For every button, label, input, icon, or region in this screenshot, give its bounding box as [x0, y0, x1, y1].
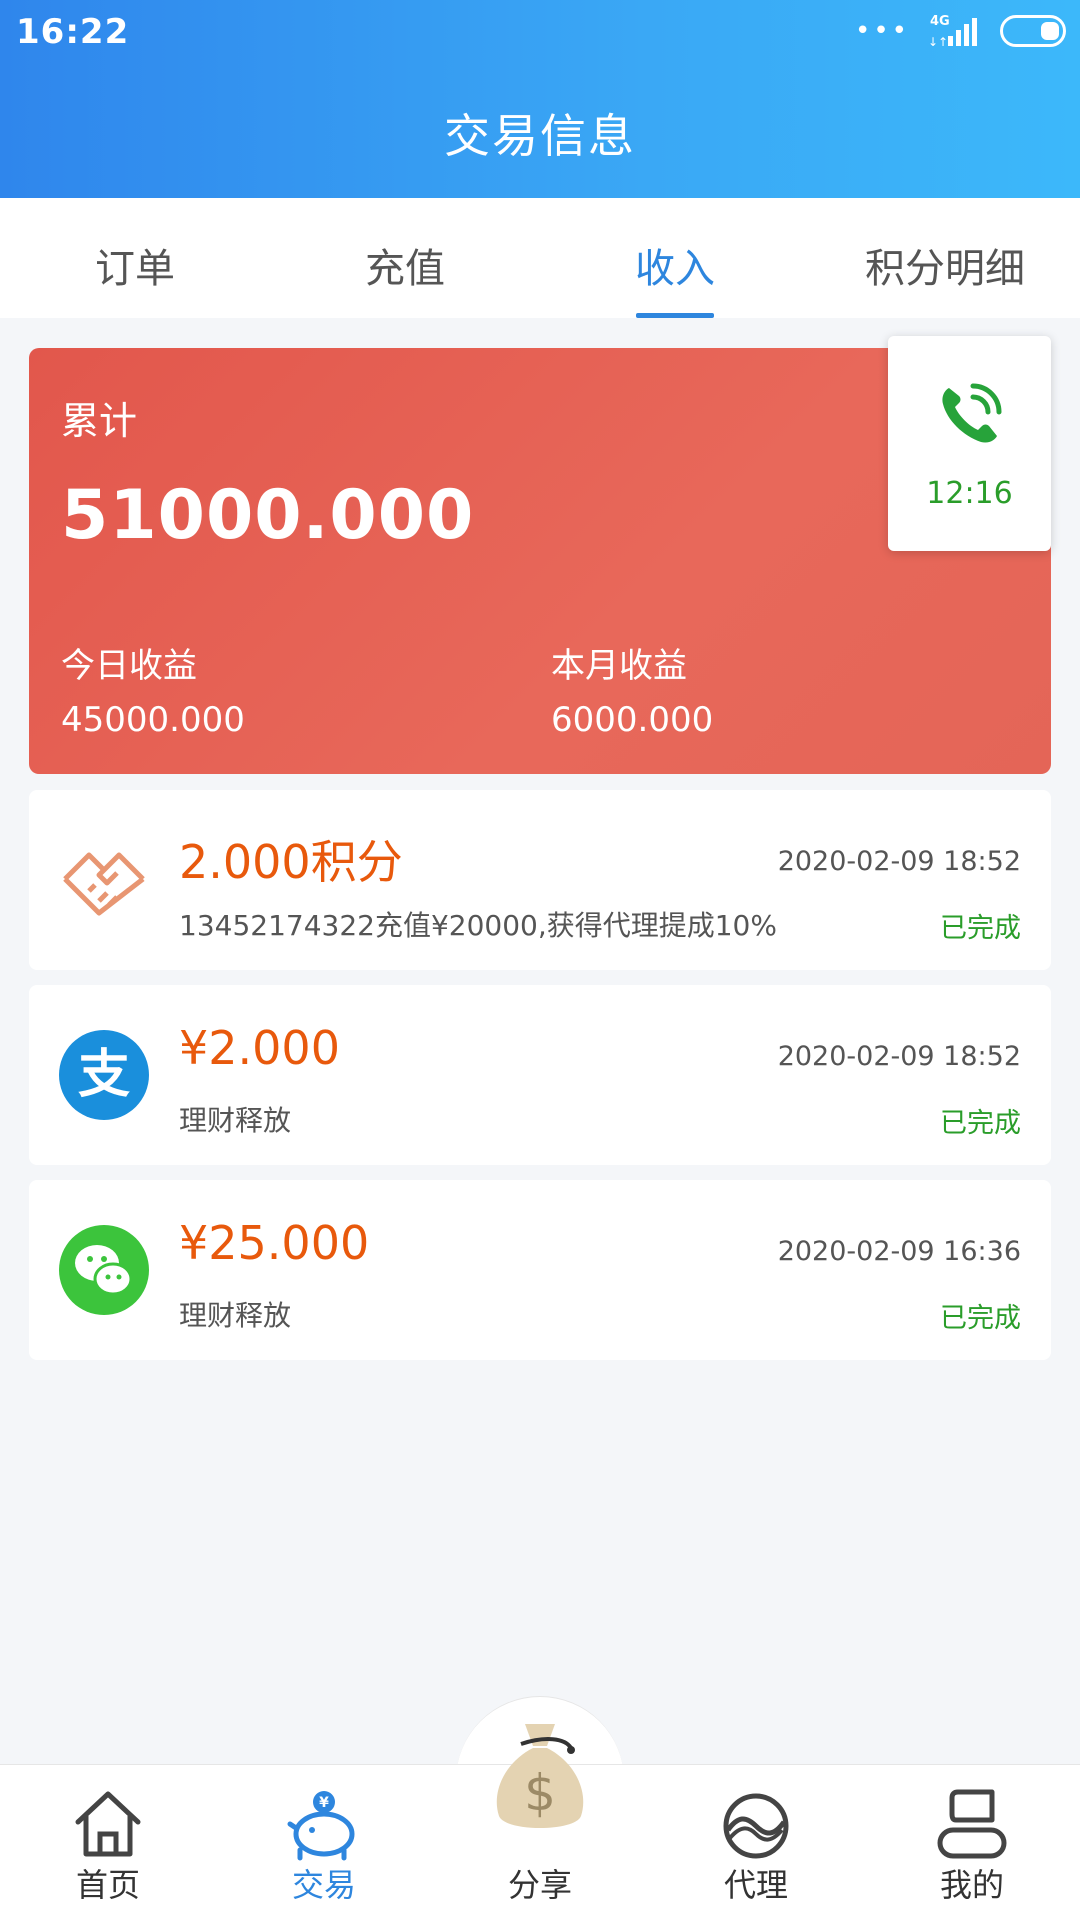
transaction-time: 2020-02-09 18:52 — [777, 846, 1021, 877]
month-income-label: 本月收益 — [551, 646, 687, 686]
tab-bar: 订单 充值 收入 积分明细 — [0, 198, 1080, 318]
status-time: 16:22 — [16, 12, 130, 52]
tab-income[interactable]: 收入 — [540, 198, 810, 318]
svg-text:$: $ — [524, 1764, 556, 1822]
agent-icon — [723, 1793, 789, 1859]
transaction-description: 理财释放 — [179, 1104, 292, 1137]
svg-text:↓↑: ↓↑ — [928, 35, 948, 48]
transaction-amount: 2.000积分 — [179, 835, 403, 889]
transaction-amount: ¥2.000 — [179, 1021, 340, 1075]
wechat-icon — [59, 1225, 149, 1315]
nav-home-label: 首页 — [75, 1866, 140, 1904]
nav-trade[interactable]: ¥ 交易 — [216, 1764, 432, 1920]
transaction-status: 已完成 — [940, 1108, 1021, 1139]
tab-points-detail[interactable]: 积分明细 — [810, 198, 1080, 318]
call-widget[interactable]: 12:16 — [888, 336, 1051, 551]
handshake-icon — [63, 852, 145, 916]
piggy-bank-icon: ¥ — [287, 1791, 355, 1861]
profile-icon — [937, 1789, 1007, 1859]
more-dots-icon: ••• — [854, 16, 910, 46]
total-label: 累计 — [61, 399, 138, 443]
nav-profile[interactable]: 我的 — [864, 1764, 1080, 1920]
today-income-label: 今日收益 — [61, 646, 197, 686]
nav-home[interactable]: 首页 — [0, 1764, 216, 1920]
transaction-item[interactable]: 支 ¥2.000 理财释放 2020-02-09 18:52 已完成 — [29, 985, 1051, 1165]
today-income-value: 45000.000 — [61, 700, 245, 740]
month-income-value: 6000.000 — [551, 700, 714, 740]
nav-agent-label: 代理 — [723, 1866, 788, 1904]
svg-text:¥: ¥ — [319, 1795, 329, 1811]
battery-icon — [1000, 15, 1066, 47]
nav-trade-label: 交易 — [291, 1866, 356, 1904]
money-bag-icon[interactable]: $ — [485, 1718, 595, 1838]
transaction-status: 已完成 — [940, 913, 1021, 944]
transaction-description: 13452174322充值¥20000,获得代理提成10% — [179, 909, 777, 942]
nav-profile-label: 我的 — [939, 1866, 1004, 1904]
transaction-time: 2020-02-09 18:52 — [777, 1041, 1021, 1072]
transaction-item[interactable]: 2.000积分 13452174322充值¥20000,获得代理提成10% 20… — [29, 790, 1051, 970]
nav-agent[interactable]: 代理 — [648, 1764, 864, 1920]
status-icons: ••• 4G ↓↑ — [854, 14, 1066, 49]
total-value: 51000.000 — [61, 476, 475, 555]
transaction-description: 理财释放 — [179, 1299, 292, 1332]
transaction-amount: ¥25.000 — [179, 1216, 370, 1270]
page-title: 交易信息 — [444, 109, 636, 163]
transaction-status: 已完成 — [940, 1303, 1021, 1334]
svg-text:支: 支 — [78, 1045, 130, 1105]
phone-call-icon — [942, 383, 1002, 443]
transaction-time: 2020-02-09 16:36 — [777, 1236, 1021, 1267]
transaction-item[interactable]: ¥25.000 理财释放 2020-02-09 16:36 已完成 — [29, 1180, 1051, 1360]
alipay-icon: 支 — [59, 1030, 149, 1120]
nav-share-label: 分享 — [507, 1866, 572, 1904]
call-duration: 12:16 — [926, 476, 1013, 511]
tab-recharge[interactable]: 充值 — [270, 198, 540, 318]
header: 16:22 ••• 4G ↓↑ 交易信息 — [0, 0, 1080, 198]
signal-icon: 4G ↓↑ — [924, 14, 986, 49]
tab-orders[interactable]: 订单 — [0, 198, 270, 318]
home-icon — [75, 1791, 141, 1857]
